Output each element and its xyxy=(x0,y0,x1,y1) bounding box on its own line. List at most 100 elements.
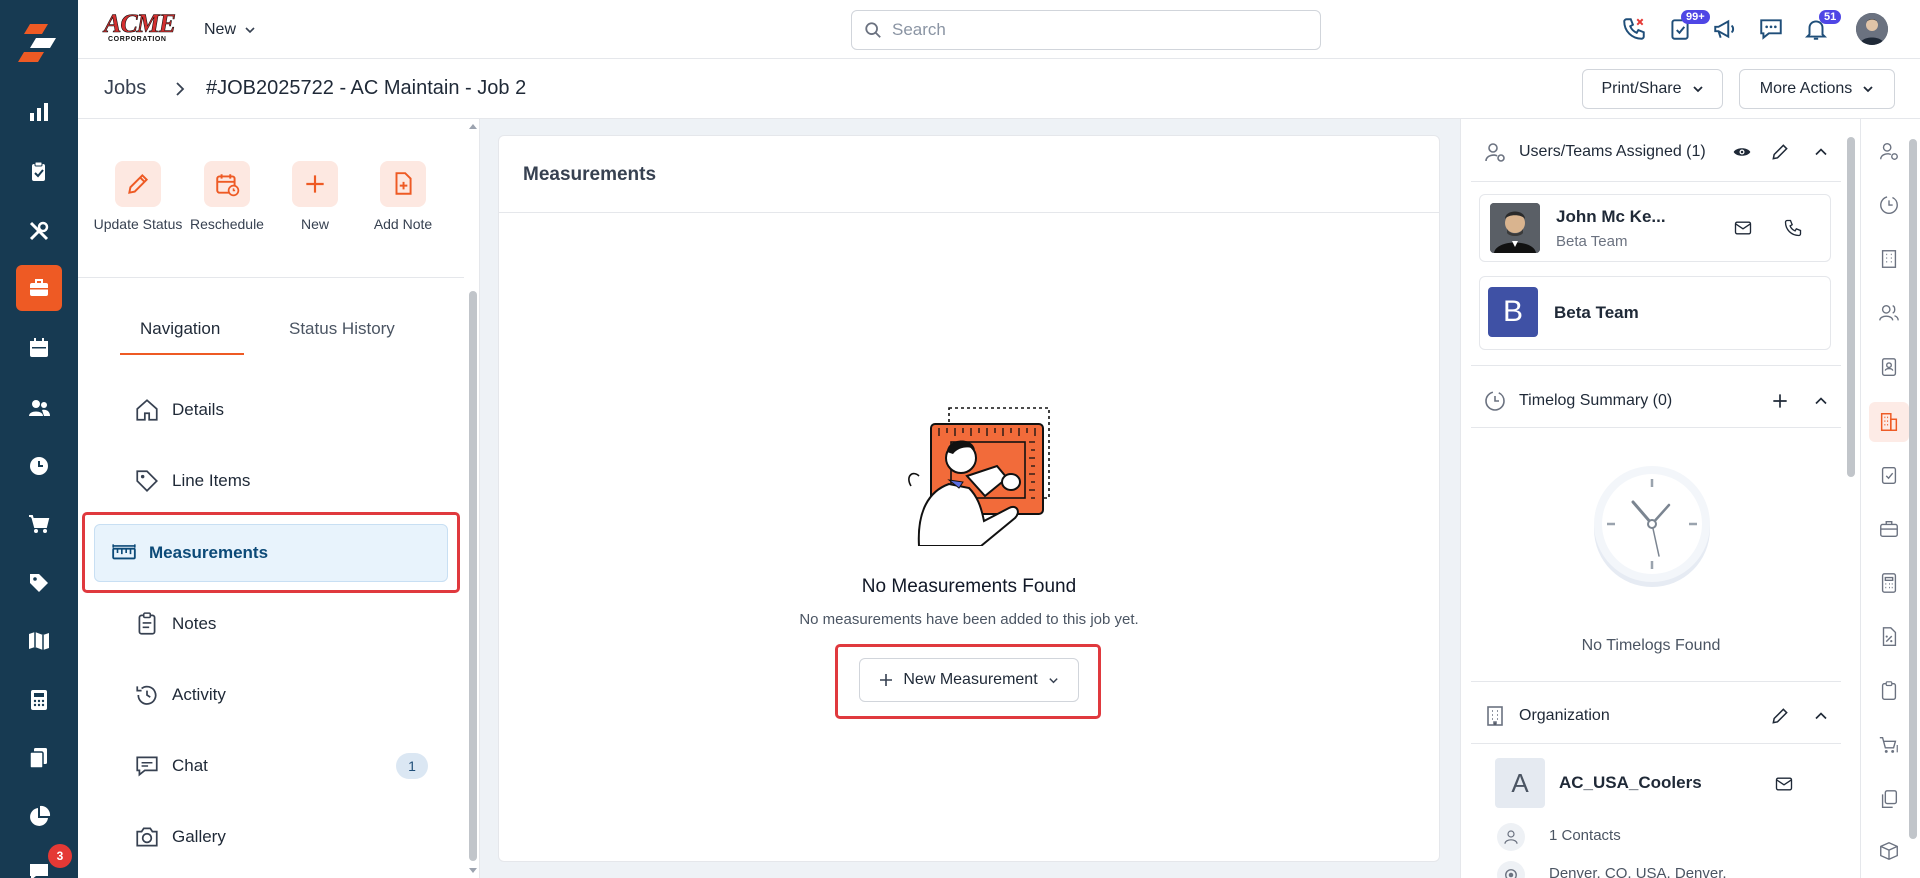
calculator-icon[interactable] xyxy=(23,684,55,716)
messages-icon[interactable] xyxy=(1756,14,1786,44)
camera-icon xyxy=(136,827,158,847)
pencil-icon xyxy=(115,161,161,207)
nav-item-line-items[interactable]: Line Items xyxy=(118,452,466,510)
megaphone-icon[interactable] xyxy=(1710,14,1740,44)
nav-item-chat[interactable]: Chat 1 xyxy=(118,737,466,795)
bell-icon[interactable]: 51 xyxy=(1801,10,1842,44)
divider xyxy=(1471,365,1841,366)
user-assign-icon[interactable] xyxy=(1875,137,1903,165)
user-team: Beta Team xyxy=(1556,233,1628,250)
tag-icon xyxy=(136,470,158,492)
collapse-icon[interactable] xyxy=(1808,139,1834,165)
breadcrumb: Jobs #JOB2025722 - AC Maintain - Job 2 P… xyxy=(78,59,1920,119)
add-note-button[interactable]: Add Note xyxy=(353,161,453,234)
avatar xyxy=(1490,203,1540,253)
contact-icon xyxy=(1497,823,1525,851)
divider xyxy=(1471,181,1841,182)
clipboard-icon xyxy=(138,612,156,635)
clock-icon[interactable] xyxy=(1875,191,1903,219)
users-teams-title: Users/Teams Assigned (1) xyxy=(1519,143,1706,160)
clipboard-check-icon[interactable] xyxy=(23,156,55,188)
cart-icon[interactable] xyxy=(23,508,55,540)
percent-doc-icon[interactable] xyxy=(1875,623,1903,651)
notification-badge: 51 xyxy=(1819,10,1842,24)
add-note-label: Add Note xyxy=(373,216,433,232)
print-share-button[interactable]: Print/Share xyxy=(1582,69,1723,109)
clock-icon[interactable] xyxy=(23,450,55,482)
chart-icon[interactable] xyxy=(23,96,55,128)
search-icon xyxy=(865,22,881,38)
clipboard-icon[interactable] xyxy=(1875,677,1903,705)
tools-icon[interactable] xyxy=(23,215,55,247)
company-logo[interactable]: ACME CORPORATION xyxy=(104,10,180,44)
documents-icon[interactable] xyxy=(23,742,55,774)
pie-chart-icon[interactable] xyxy=(23,801,55,833)
collapse-icon[interactable] xyxy=(1808,703,1834,729)
assigned-team-card[interactable]: B Beta Team xyxy=(1479,276,1831,350)
active-tab-indicator xyxy=(120,353,244,355)
mail-icon[interactable] xyxy=(1730,215,1756,241)
map-icon[interactable] xyxy=(23,625,55,657)
scrollbar-thumb[interactable] xyxy=(469,291,477,861)
organization-icon[interactable] xyxy=(1869,402,1909,442)
ruler-icon xyxy=(112,544,136,560)
measuring-illustration-icon xyxy=(908,407,1050,546)
new-button[interactable]: New xyxy=(265,161,365,234)
section-title: Measurements xyxy=(523,164,657,185)
job-left-panel: Update Status Reschedule New Add Note Na… xyxy=(78,119,480,878)
briefcase-icon[interactable] xyxy=(1875,515,1903,543)
users-icon[interactable] xyxy=(1875,299,1903,327)
nav-item-label: Gallery xyxy=(172,827,226,846)
calendar-icon[interactable] xyxy=(23,332,55,364)
org-address: Denver, CO, USA, Denver, xyxy=(1549,865,1727,878)
edit-icon[interactable] xyxy=(1767,703,1793,729)
assigned-user-card[interactable]: John Mc Ke... Beta Team xyxy=(1479,194,1831,262)
mail-icon[interactable] xyxy=(1771,771,1797,797)
user-avatar[interactable] xyxy=(1856,13,1888,45)
new-measurement-button[interactable]: New Measurement xyxy=(859,658,1079,702)
tag-icon[interactable] xyxy=(23,567,55,599)
box-icon[interactable] xyxy=(1875,837,1903,865)
phone-icon[interactable] xyxy=(1780,215,1806,241)
chat-count-badge: 1 xyxy=(396,753,428,779)
contact-book-icon[interactable] xyxy=(1875,353,1903,381)
update-status-button[interactable]: Update Status xyxy=(88,161,188,234)
search-input[interactable] xyxy=(892,20,1292,40)
location-icon xyxy=(1497,861,1525,878)
tasks-icon[interactable]: 99+ xyxy=(1665,10,1710,44)
organization-header: Organization xyxy=(1483,701,1610,731)
edit-icon[interactable] xyxy=(1767,139,1793,165)
org-name[interactable]: AC_USA_Coolers xyxy=(1559,773,1702,793)
nav-item-measurements[interactable]: Measurements xyxy=(94,524,448,582)
calculator-icon[interactable] xyxy=(1875,569,1903,597)
users-icon[interactable] xyxy=(23,392,55,424)
eye-icon[interactable] xyxy=(1729,139,1755,165)
tab-navigation[interactable]: Navigation xyxy=(140,319,220,339)
right-quick-rail xyxy=(1860,119,1920,878)
nav-item-activity[interactable]: Activity xyxy=(118,666,466,724)
update-status-label: Update Status xyxy=(93,216,183,232)
nav-item-details[interactable]: Details xyxy=(118,381,466,439)
app-rail: 3 xyxy=(0,0,78,878)
scrollbar-thumb[interactable] xyxy=(1909,139,1917,839)
clipboard-check-icon[interactable] xyxy=(1875,461,1903,489)
copy-icon[interactable] xyxy=(1875,785,1903,813)
tab-status-history[interactable]: Status History xyxy=(289,319,395,339)
add-timelog-icon[interactable] xyxy=(1767,388,1793,414)
cart-dollar-icon[interactable] xyxy=(1875,731,1903,759)
briefcase-icon[interactable] xyxy=(16,265,62,311)
breadcrumb-jobs-link[interactable]: Jobs xyxy=(104,77,146,100)
phone-missed-icon[interactable] xyxy=(1619,14,1649,44)
building-icon[interactable] xyxy=(1875,245,1903,273)
collapse-icon[interactable] xyxy=(1808,388,1834,414)
reschedule-button[interactable]: Reschedule xyxy=(177,161,277,234)
nav-item-notes[interactable]: Notes xyxy=(118,595,466,653)
new-menu-button[interactable]: New xyxy=(204,19,256,41)
search-box[interactable] xyxy=(851,10,1321,50)
more-actions-button[interactable]: More Actions xyxy=(1739,69,1895,109)
scrollbar-thumb[interactable] xyxy=(1847,137,1855,477)
contacts-count[interactable]: 1 Contacts xyxy=(1549,827,1621,844)
logo-icon[interactable] xyxy=(16,22,62,66)
empty-state-title: No Measurements Found xyxy=(861,576,1077,597)
nav-item-gallery[interactable]: Gallery xyxy=(118,808,466,866)
